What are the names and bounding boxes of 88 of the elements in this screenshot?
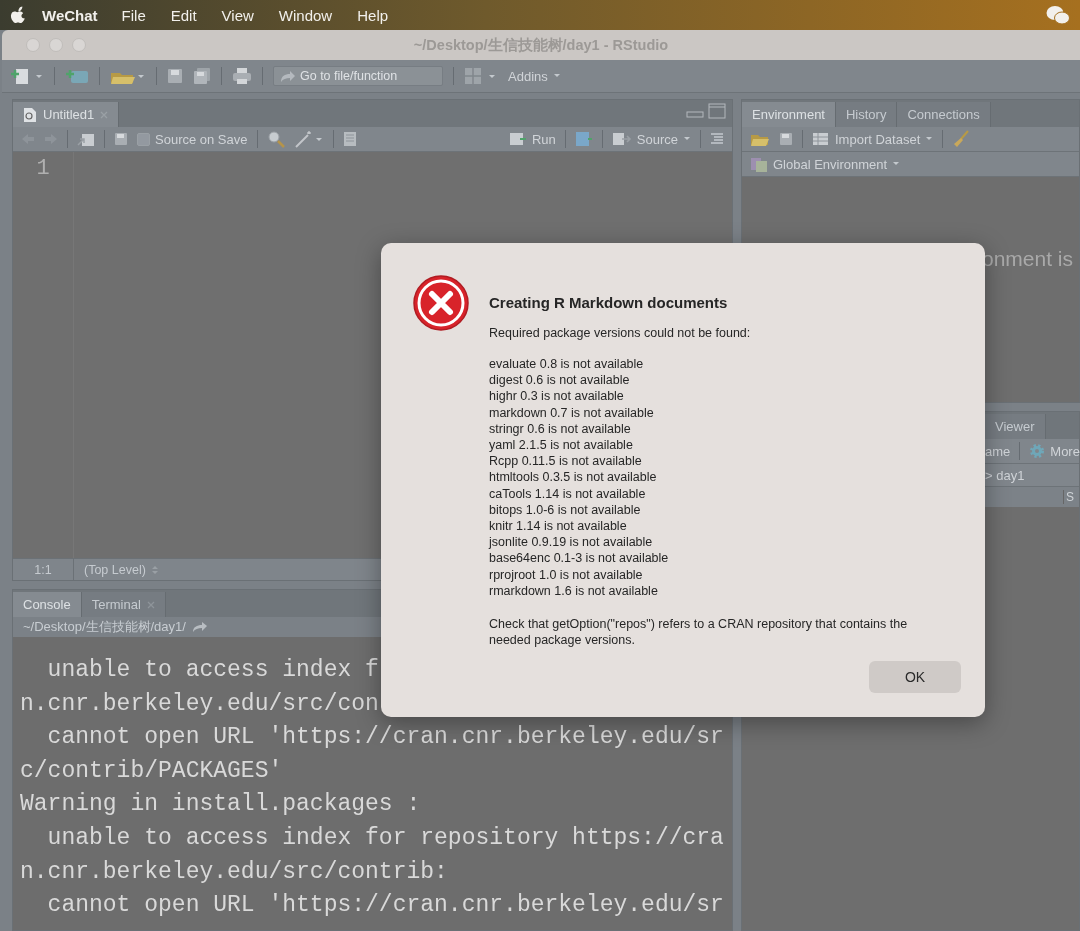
ok-button[interactable]: OK — [869, 661, 961, 693]
missing-package-line: caTools 1.14 is not available — [489, 485, 647, 502]
run-icon — [508, 132, 527, 146]
pane-tab[interactable]: Connections — [897, 102, 991, 127]
missing-package-line: bitops 1.0-6 is not available — [489, 501, 642, 519]
caret-icon — [552, 73, 561, 79]
apple-icon[interactable] — [10, 6, 26, 24]
more-button[interactable]: More — [1029, 443, 1080, 459]
missing-package-line: htmltools 0.3.5 is not available — [489, 469, 658, 486]
menu-item[interactable]: View — [221, 6, 254, 24]
console-line: c/contrib/PACKAGES' — [20, 756, 283, 786]
dialog-note: Check that getOption("repos") refers to a CRAN repository that contains the needed package versions. — [489, 616, 909, 649]
rename-button[interactable]: ame — [985, 443, 1011, 459]
source-button[interactable]: Source — [611, 131, 691, 147]
console-line: n.cnr.berkeley.edu/src/contrib: — [20, 857, 448, 887]
console-line: Warning in install.packages : — [20, 790, 421, 820]
zoom-button[interactable] — [72, 38, 86, 52]
caret-icon — [683, 136, 691, 142]
arrow-icon — [279, 69, 295, 83]
console-tab[interactable]: Console — [13, 592, 82, 617]
run-button[interactable]: Run — [508, 131, 556, 147]
breadcrumb[interactable]: > day1 — [985, 467, 1025, 483]
pane-tab[interactable]: History — [836, 102, 898, 127]
menu-item[interactable]: Window — [278, 6, 333, 24]
pane-tab[interactable]: Environment — [742, 102, 836, 127]
print-icon[interactable] — [232, 67, 252, 85]
missing-package-line: rprojroot 1.0 is not available — [489, 566, 644, 583]
menu-item[interactable]: Edit — [170, 6, 197, 24]
working-directory: ~/Desktop/生信技能树/day1/ — [23, 618, 186, 636]
console-line: unable to access index for repository https://cra — [46, 823, 724, 853]
console-line: cannot open URL 'https://cran.cnr.berkeley.edu/sr — [46, 891, 724, 921]
search-icon[interactable] — [266, 130, 285, 148]
missing-package-line: stringr 0.6 is not available — [489, 420, 632, 437]
maximize-pane-icon[interactable] — [708, 102, 726, 119]
console-line: cannot open URL 'https://cran.cnr.berkeley.edu/sr — [46, 723, 724, 753]
scope-selector[interactable]: (Top Level) — [74, 562, 158, 577]
pane-tab[interactable]: Viewer — [985, 414, 1046, 439]
missing-package-line: highr 0.3 is not available — [489, 388, 625, 405]
close-button[interactable] — [26, 38, 40, 52]
chat-bubbles-icon[interactable] — [1046, 5, 1070, 25]
close-icon[interactable] — [146, 600, 155, 609]
missing-package-line: jsonlite 0.9.19 is not available — [489, 534, 654, 551]
console-tab[interactable]: Terminal — [81, 592, 166, 617]
dialog-title: Creating R Markdown documents — [489, 294, 729, 311]
menu-item[interactable]: Help — [357, 6, 389, 24]
missing-package-line: yaml 2.1.5 is not available — [489, 437, 634, 454]
caret-icon — [892, 161, 901, 167]
app-menu[interactable]: WeChat — [42, 6, 98, 24]
gear-icon — [1029, 443, 1046, 459]
column-header[interactable]: S — [1063, 490, 1074, 504]
line-number: 1 — [35, 156, 51, 181]
checkbox-label: Source on Save — [155, 131, 248, 147]
missing-package-line: markdown 0.7 is not available — [489, 404, 655, 421]
dialog-message: Required package versions could not be found: — [489, 326, 752, 340]
magic-wand-icon[interactable] — [293, 130, 324, 148]
table-icon — [812, 132, 830, 146]
cursor-position: 1:1 — [13, 559, 74, 580]
broom-icon[interactable] — [952, 130, 971, 148]
arrow-icon[interactable] — [191, 621, 208, 633]
console-line: unable to access index f — [46, 656, 379, 685]
addins-button[interactable]: Addins — [508, 68, 561, 84]
notebook-icon[interactable] — [342, 131, 357, 147]
updown-caret-icon — [151, 564, 158, 575]
console-line: n.cnr.berkeley.edu/src/con — [20, 689, 379, 719]
missing-package-line: base64enc 0.1-3 is not available — [489, 550, 670, 567]
new-project-icon[interactable] — [65, 67, 89, 85]
missing-package-line: evaluate 0.8 is not available — [489, 356, 645, 373]
outline-icon[interactable] — [710, 132, 724, 146]
save-icon[interactable] — [114, 132, 128, 146]
missing-package-line: Rcpp 0.11.5 is not available — [489, 453, 643, 470]
go-to-file-field[interactable]: Go to file/function — [273, 66, 443, 86]
menu-item[interactable]: File — [121, 6, 146, 24]
save-icon[interactable] — [779, 132, 793, 146]
re-run-icon[interactable] — [574, 131, 593, 147]
show-in-window-icon[interactable] — [77, 131, 95, 147]
source-icon — [611, 132, 632, 146]
pane-layout-icon[interactable] — [464, 67, 498, 85]
minimize-button[interactable] — [49, 38, 63, 52]
error-icon — [412, 274, 470, 332]
editor-tab[interactable]: Untitled1 — [13, 102, 120, 127]
source-on-save-checkbox[interactable] — [137, 132, 150, 146]
new-file-icon[interactable] — [10, 67, 44, 85]
save-all-icon[interactable] — [193, 67, 211, 85]
missing-package-line: knitr 1.14 is not available — [489, 518, 628, 535]
save-icon[interactable] — [167, 68, 183, 84]
missing-package-line: digest 0.6 is not available — [489, 372, 631, 389]
missing-package-line: rmarkdown 1.6 is not available — [489, 582, 659, 600]
caret-icon — [925, 136, 934, 142]
